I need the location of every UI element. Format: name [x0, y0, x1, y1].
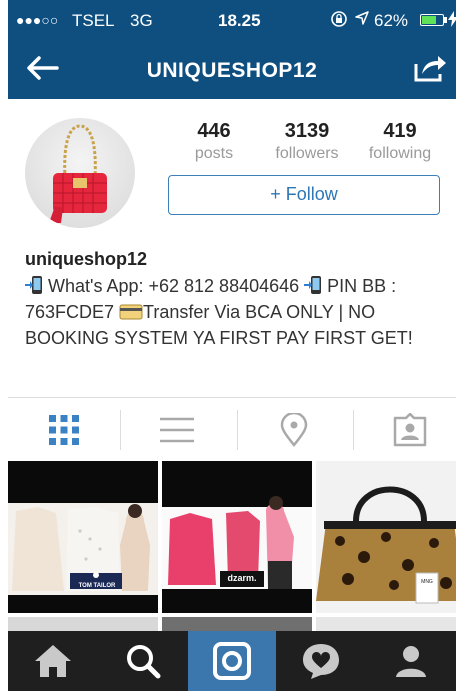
camera-icon [213, 642, 251, 680]
profile-bio: What's App: +62 812 88404646 PIN BB : 76… [25, 273, 445, 351]
tagged-person-icon [393, 413, 427, 447]
stat-value: 446 [197, 120, 231, 142]
share-button[interactable] [412, 52, 448, 84]
nav-profile[interactable] [366, 631, 456, 691]
rotation-lock-icon [330, 10, 348, 33]
location-arrow-icon [354, 10, 370, 31]
battery-nub [444, 17, 447, 23]
bottom-nav-bar [8, 631, 456, 691]
status-bar: ●●●○○ TSEL 3G 18.25 62% [8, 0, 456, 40]
grid-icon [49, 415, 79, 445]
app-header: ●●●○○ TSEL 3G 18.25 62% UNIQUESHOP12 [8, 0, 456, 99]
battery-percent: 62% [374, 11, 409, 30]
brand-label: MNG [421, 579, 433, 585]
carrier-name: TSEL [72, 11, 115, 30]
signal-strength: ●●●○○ [16, 12, 59, 28]
profile-username: uniqueshop12 [25, 249, 148, 269]
list-icon [160, 417, 194, 443]
post-image [162, 461, 312, 613]
tab-grid-view[interactable] [8, 398, 120, 462]
nav-home[interactable] [8, 631, 98, 691]
network-type: 3G [130, 11, 153, 30]
posts-count[interactable]: 446 posts [166, 120, 262, 163]
post-image [316, 461, 456, 613]
search-icon [127, 645, 161, 679]
person-icon [396, 646, 426, 677]
stat-value: 3139 [284, 120, 330, 142]
nav-explore[interactable] [98, 631, 188, 691]
page-title: UNIQUESHOP12 [146, 59, 318, 82]
post-thumbnail[interactable]: MNG [316, 461, 456, 613]
tab-location[interactable] [238, 398, 350, 462]
followers-count[interactable]: 3139 followers [259, 120, 355, 163]
brand-label: dzarm. [227, 573, 257, 583]
stat-label: followers [275, 145, 339, 162]
heart-bubble-icon [303, 644, 339, 679]
mobile-phone-arrow-icon [25, 275, 43, 295]
stat-value: 419 [383, 120, 417, 142]
nav-activity[interactable] [276, 631, 366, 691]
charging-bolt-icon [448, 11, 456, 30]
nav-camera[interactable] [188, 631, 276, 691]
profile-view-tabs [8, 397, 456, 461]
profile-avatar[interactable] [25, 118, 135, 228]
tab-tagged[interactable] [354, 398, 456, 462]
following-count[interactable]: 419 following [352, 120, 448, 163]
handbag-photo [49, 124, 107, 223]
posts-grid: TOM TAILOR dzarm. MNG [8, 461, 456, 637]
brand-label: TOM TAILOR [78, 583, 116, 589]
stat-label: following [368, 145, 432, 162]
credit-card-icon [119, 301, 143, 320]
post-thumbnail[interactable]: TOM TAILOR [8, 461, 158, 613]
nav-bar: UNIQUESHOP12 [8, 44, 456, 99]
battery-level [422, 16, 436, 24]
home-icon [35, 645, 71, 677]
bio-whatsapp: What's App: +62 812 88404646 [43, 276, 305, 296]
post-thumbnail[interactable]: dzarm. [162, 461, 312, 613]
battery-icon [420, 14, 444, 26]
post-image [8, 461, 158, 613]
tab-list-view[interactable] [121, 398, 233, 462]
mobile-phone-arrow-icon [304, 275, 322, 295]
stat-label: posts [194, 145, 234, 162]
follow-button[interactable]: + Follow [168, 175, 440, 215]
location-pin-icon [280, 413, 308, 447]
share-icon [414, 56, 446, 82]
clock: 18.25 [218, 11, 261, 30]
